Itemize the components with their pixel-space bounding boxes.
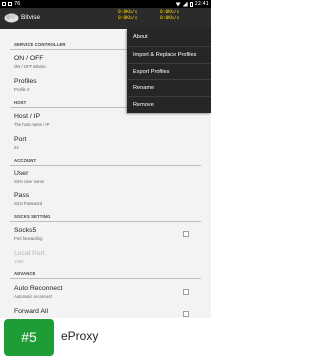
section-header-host: HOST bbox=[14, 100, 27, 105]
speed-1-line-2: 0:0Kb/s bbox=[118, 16, 138, 21]
notification-count: 76 bbox=[14, 1, 21, 7]
image-icon bbox=[8, 2, 12, 6]
pref-title: Local Port bbox=[14, 250, 45, 257]
battery-icon bbox=[189, 1, 193, 7]
pref-title: Pass bbox=[14, 192, 30, 199]
section-header-socks: SOCKS SETTING bbox=[14, 214, 51, 219]
pref-summary: SSH Password bbox=[14, 201, 43, 206]
section-divider bbox=[10, 221, 201, 222]
menu-item-import-replace-profiles[interactable]: Import & Replace Profiles bbox=[127, 45, 211, 63]
section-header-service-controller: SERVICE CONTROLLER bbox=[14, 42, 66, 47]
pref-title: ON / OFF bbox=[14, 55, 44, 62]
pref-summary: Automatic reconnect bbox=[14, 294, 53, 299]
action-bar: Bitvise 0:0Kb/s 0:0Kb/s 0:0Kb/s 0:0Kb/s bbox=[0, 8, 211, 29]
section-header-account: ACCOUNT bbox=[14, 158, 37, 163]
menu-item-about[interactable]: About bbox=[127, 29, 211, 46]
pref-title: Port bbox=[14, 136, 27, 143]
pref-summary: Profile 3 bbox=[14, 87, 30, 92]
clock: 22:41 bbox=[194, 1, 209, 7]
bottom-banner: #5 eProxy bbox=[0, 318, 211, 360]
section-divider bbox=[10, 165, 201, 166]
socks5-checkbox[interactable] bbox=[183, 231, 189, 237]
menu-item-export-profiles[interactable]: Export Profiles bbox=[127, 62, 211, 80]
status-bar: 76 22:41 bbox=[0, 0, 211, 8]
pref-title: Auto Reconnect bbox=[14, 285, 63, 292]
rank-badge: #5 bbox=[4, 319, 54, 356]
pref-summary: Port forwarding bbox=[14, 236, 43, 241]
notification-icon bbox=[2, 2, 6, 6]
pref-summary: 1080 bbox=[14, 259, 24, 264]
speed-readout-1: 0:0Kb/s 0:0Kb/s bbox=[118, 10, 137, 22]
menu-item-remove[interactable]: Remove bbox=[127, 96, 211, 113]
app-name: eProxy bbox=[61, 329, 99, 343]
auto-reconnect-checkbox[interactable] bbox=[183, 289, 189, 295]
wifi-icon bbox=[175, 2, 181, 7]
pref-title: User bbox=[14, 170, 29, 177]
section-header-advance: ADVANCE bbox=[14, 271, 36, 276]
pref-title: Forward All bbox=[14, 308, 48, 315]
pref-summary: 22 bbox=[14, 145, 19, 150]
pref-title: Profiles bbox=[14, 78, 37, 85]
pref-summary: ON / OFF Bitvise bbox=[14, 64, 46, 69]
pref-title: Socks5 bbox=[14, 227, 37, 234]
forward-all-checkbox[interactable] bbox=[183, 311, 189, 317]
phone-screen: 76 22:41 Bitvise 0:0Kb/s 0:0Kb/s 0:0Kb/s 0… bbox=[0, 0, 211, 318]
pref-title: Host / IP bbox=[14, 113, 41, 120]
overflow-menu: About Import & Replace Profiles Export P… bbox=[127, 29, 211, 113]
pref-summary: SSH User name bbox=[14, 179, 45, 184]
menu-item-rename[interactable]: Rename bbox=[127, 79, 211, 96]
pref-summary: The host name / IP bbox=[14, 122, 50, 127]
speed-2-line-2: 0:0Kb/s bbox=[160, 16, 180, 21]
signal-icon bbox=[182, 1, 188, 7]
app-logo-icon[interactable] bbox=[4, 12, 19, 23]
app-title: Bitvise bbox=[21, 14, 41, 21]
section-divider bbox=[10, 278, 201, 279]
speed-readout-2: 0:0Kb/s 0:0Kb/s bbox=[160, 10, 179, 22]
